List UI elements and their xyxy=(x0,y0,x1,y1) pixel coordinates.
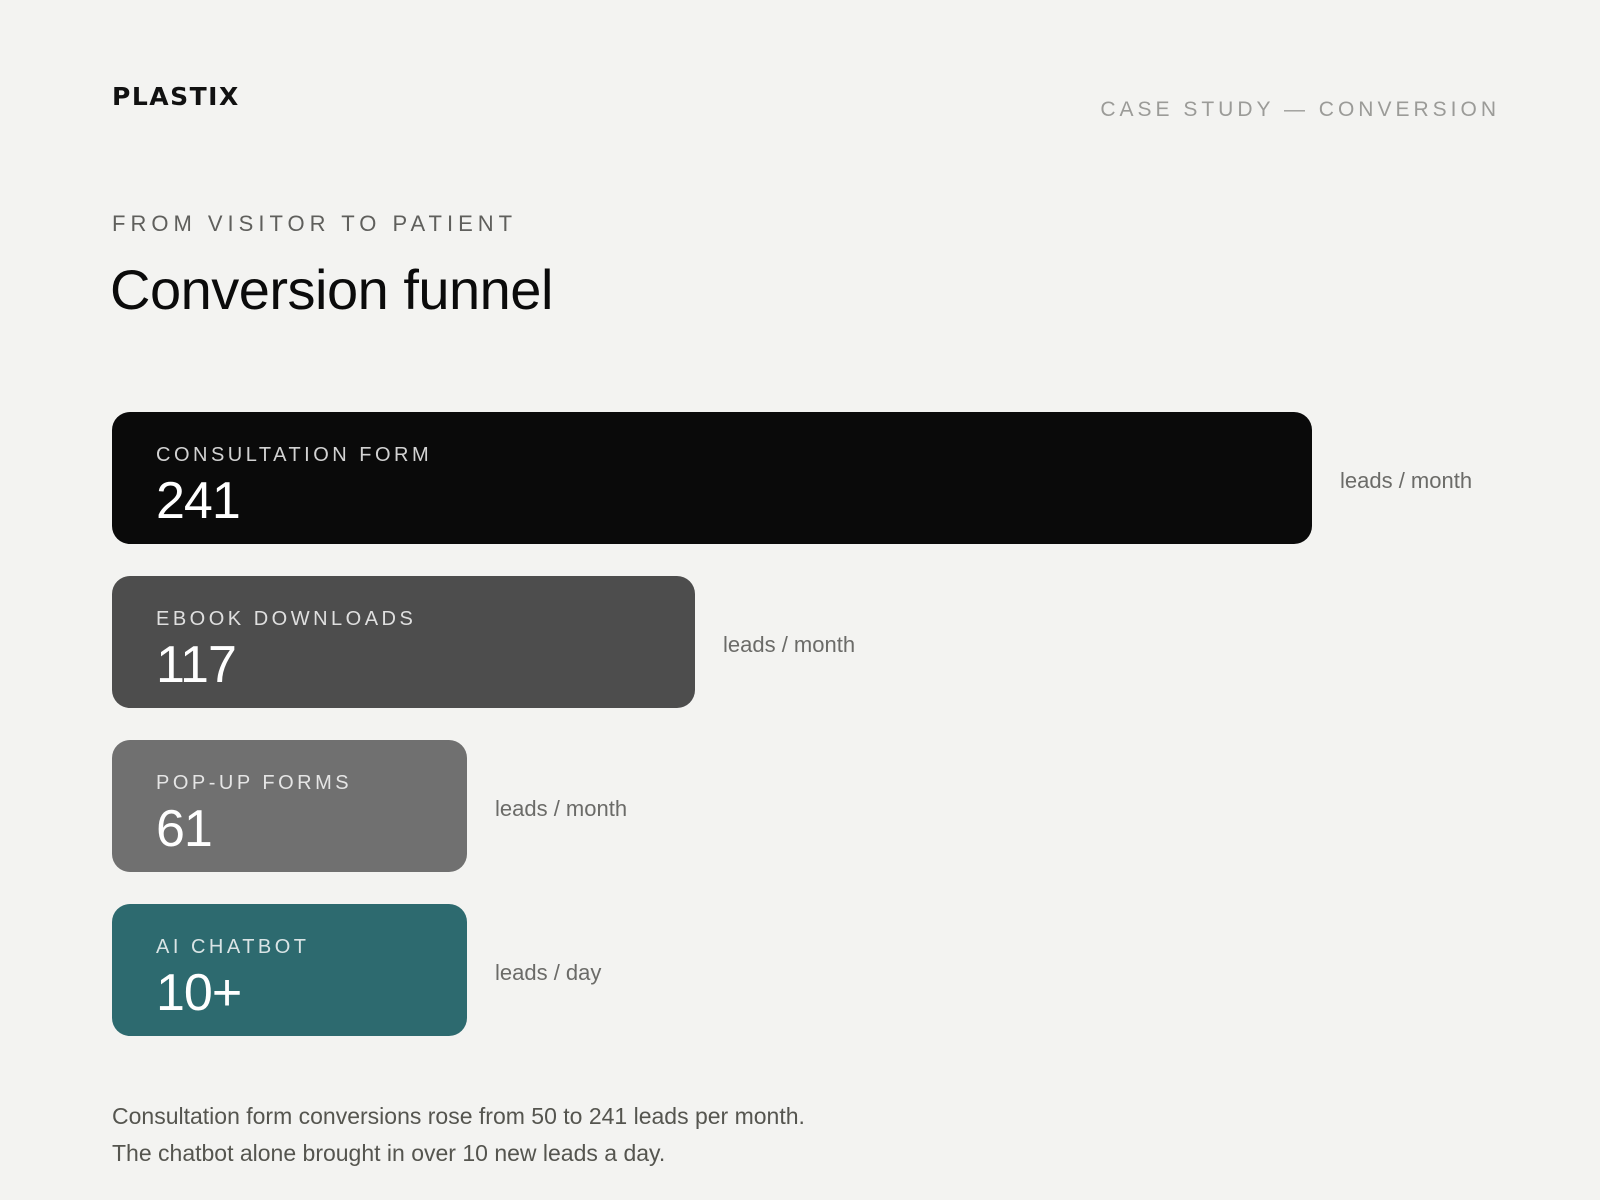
bar-unit-label: leads / month xyxy=(495,796,628,821)
funnel-bar: EBOOK DOWNLOADS 117 xyxy=(112,576,695,708)
bar-unit-label: leads / day xyxy=(495,960,602,985)
bar-unit-label: leads / month xyxy=(723,632,856,657)
page-title: Conversion funnel xyxy=(110,258,553,321)
funnel-bar: CONSULTATION FORM 241 xyxy=(112,412,1312,544)
summary-line-2: The chatbot alone brought in over 10 new… xyxy=(112,1140,666,1166)
funnel-bar: AI CHATBOT 10+ xyxy=(112,904,467,1036)
bar-label: CONSULTATION FORM xyxy=(156,444,433,466)
bar-value: 117 xyxy=(156,636,237,694)
bar-label: POP-UP FORMS xyxy=(156,772,353,794)
bar-value: 61 xyxy=(156,800,213,858)
eyebrow-label: FROM VISITOR TO PATIENT xyxy=(112,211,518,236)
bar-value: 241 xyxy=(156,472,241,530)
bar-unit-label: leads / month xyxy=(1340,468,1473,493)
bar-label: EBOOK DOWNLOADS xyxy=(156,608,417,630)
brand-logo: PLASTIX xyxy=(112,82,240,111)
bar-value: 10+ xyxy=(156,964,242,1022)
bar-label: AI CHATBOT xyxy=(156,936,310,958)
funnel-bar: POP-UP FORMS 61 xyxy=(112,740,467,872)
summary-text: Consultation form conversions rose from … xyxy=(112,1098,805,1172)
section-tag: CASE STUDY — CONVERSION xyxy=(1100,98,1500,121)
summary-line-1: Consultation form conversions rose from … xyxy=(112,1103,805,1129)
